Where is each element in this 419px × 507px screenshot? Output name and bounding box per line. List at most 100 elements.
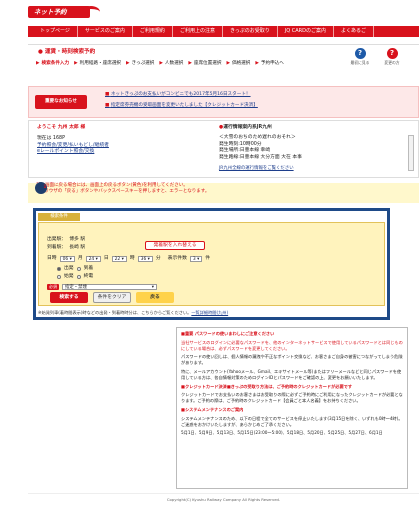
minute-unit: 分 (155, 256, 161, 261)
progress-steps: ● 運賃・時刻検索予約 ▶ 検索条件入力 ▶ 利用経路・座席選択 ▶ きっぷ選択 ▶ 人数… (28, 44, 419, 80)
hour-value: 22 (114, 257, 121, 263)
help-icon: ? (354, 48, 366, 59)
nav-item-services[interactable]: サービスのご案内 (78, 26, 133, 37)
member-info: ようこそ 九州 太郎 様 現在は 168P 予約照会/変更/払いもどし/継続者 … (37, 125, 187, 156)
nav-item-notes[interactable]: ご利用上の注意 (173, 26, 223, 37)
nav-item-jqcard[interactable]: JQ CARDのご案内 (278, 26, 335, 37)
info-paragraph: パスワードの使い回しは、個人情報の漏洩や不正なポイント交換など、お客さまご自身の… (181, 354, 403, 366)
minute-value: 36 (140, 257, 147, 263)
hour-unit: 時 (129, 256, 135, 261)
swap-stations-button[interactable]: 発着駅を入れ替える (145, 241, 205, 250)
warning-line: ※ブラウザの「戻る」ボタンやバックスペースキーを押しますと、エラーとなります。 (36, 189, 210, 195)
month-select[interactable]: 06 ▾ (59, 256, 75, 263)
page: ネット予約 トップページ サービスのご案内 ご利用規約 ご利用上の注意 きっぷの… (0, 0, 419, 507)
notice-link-text: ネットきっぷのお支払いがコンビニでも2017年5月16日スタート！ (110, 92, 251, 97)
scrollbar[interactable] (408, 135, 414, 171)
help-icons: ? 最初に見る ? 変更の方 (349, 48, 403, 65)
minute-select[interactable]: 36 ▾ (137, 256, 153, 263)
logo-text: ネット予約 (34, 8, 67, 16)
operation-line: 発生路線:日豊本線 大分方面 大在 本事 (219, 154, 302, 160)
radio-label: 出発 (64, 266, 74, 271)
clear-button[interactable]: 条件をクリア (93, 292, 131, 303)
points-link[interactable]: eレールポイント照会/交換 (37, 149, 187, 155)
steps-title-text: 運賃・時刻検索予約 (44, 49, 96, 55)
radio-label: 終電 (83, 274, 94, 279)
number-badge: 1 (35, 182, 47, 194)
help-change-label: 変更の方 (384, 60, 400, 65)
info-paragraph: クレジットカードでお支払いのお客さまはお受取りの際に必ずご予約時にご利用になった… (181, 392, 403, 404)
step-item: 価格選択 (231, 61, 251, 66)
hour-select[interactable]: 22 ▾ (111, 256, 127, 263)
help-change[interactable]: ? 変更の方 (381, 48, 403, 65)
datetime-row: 日時 06 ▾ 月 24 ▾ 日 22 ▾ 時 36 ▾ 分 表示件数 3 ▾ 件 (47, 256, 211, 263)
day-select[interactable]: 24 ▾ (85, 256, 101, 263)
logo-swoosh-icon (82, 6, 100, 18)
seat-value: 指定・禁煙 (65, 285, 87, 290)
bullet-icon: ● (38, 49, 43, 55)
radio-last-train[interactable] (76, 275, 81, 280)
radio-label: 到着 (83, 266, 94, 271)
operation-title-text: 運行情報案内系JR九州 (223, 125, 272, 130)
search-button[interactable]: 検索する (50, 292, 88, 303)
count-select[interactable]: 3 ▾ (189, 256, 203, 263)
operation-title: ●運行情報案内系JR九州 (219, 125, 409, 131)
radio-arrival[interactable] (76, 267, 81, 272)
warning-box: 前の画面に戻る場合には、画面上の戻るボタン(黄色)を利用してください。 ※ブラウ… (28, 182, 419, 203)
radio-first-train[interactable] (57, 275, 61, 280)
info-heading: ■クレジットカード決済■きっぷの受取り方法は、ご予約時のクレジットカードが必要で… (181, 383, 353, 389)
count-unit: 件 (205, 256, 211, 261)
steps-line: ▶ 検索条件入力 ▶ 利用経路・座席選択 ▶ きっぷ選択 ▶ 人数選択 ▶ 座席位置選択 … (36, 61, 289, 67)
to-value[interactable]: 長崎 駅 (69, 245, 85, 251)
step-item: きっぷ選択 (131, 61, 155, 66)
notice-label: 重要なお知らせ (35, 95, 87, 109)
square-icon: ■ (105, 92, 110, 97)
to-label: 到着駅： (47, 245, 67, 250)
from-row: 出発駅： 博多 駅 (47, 237, 85, 243)
step-item: 利用経路・座席選択 (79, 61, 122, 66)
seat-select[interactable]: 指定・禁煙 ▾ (62, 284, 157, 290)
help-first[interactable]: ? 最初に見る (349, 48, 371, 65)
count-label: 表示件数 (167, 256, 187, 261)
seat-row: 必須 指定・禁煙 ▾ (47, 284, 157, 290)
info-heading: ■システムメンテナンスのご案内 (181, 406, 244, 412)
radio-row-2: 始発 終電 (57, 274, 93, 280)
nav-item-faq[interactable]: よくあるご (334, 26, 375, 37)
date-label: 日時 (47, 256, 57, 261)
step-item: 座席位置選択 (193, 61, 222, 66)
operation-more-link[interactable]: JR九州全線の運行情報をご覧ください (219, 166, 409, 172)
nav-item-top[interactable]: トップページ (28, 26, 78, 37)
info-paragraph: 特に、メールアカウント(Yahooメール、Gmail、エキサイトメール等)または… (181, 368, 402, 380)
important-notice: 重要なお知らせ ■ ネットきっぷのお支払いがコンビニでも2017年5月16日スタ… (28, 86, 419, 118)
info-paragraph: システムメンテナンスのため、以下の日程で全てのサービスを停止いたします(3月15… (181, 415, 403, 427)
month-value: 06 (62, 257, 69, 263)
info-paragraph: 当社サービスのログインに必要なパスワードを、他のインターネットサービスで使用して… (181, 339, 403, 351)
info-dates: 5月1日、5月9日、5月13日、5月15日(23:00～5:00)、5月18日、… (181, 430, 383, 436)
nav-item-pickup[interactable]: きっぷのお受取り (223, 26, 278, 37)
square-icon: ■ (105, 103, 110, 109)
help-first-label: 最初に見る (350, 60, 370, 65)
search-header: 検索条件 (38, 213, 80, 221)
footnote-text: ※始発列車(着時間表示)時などの出発・到着時時分は、こちらからご覧ください。 (38, 310, 192, 315)
step-item: 人数選択 (164, 61, 184, 66)
back-button[interactable]: 戻る (136, 292, 174, 303)
welcome-panel: ようこそ 九州 太郎 様 現在は 168P 予約照会/変更/払いもどし/継続者 … (28, 120, 419, 178)
radio-departure[interactable] (57, 267, 61, 272)
nav-item-terms[interactable]: ご利用規約 (133, 26, 173, 37)
operation-info: ●運行情報案内系JR九州 ＜大雪のおちのため遅れのおそれ＞ 発生時刻:10時00… (219, 125, 409, 172)
day-unit: 日 (103, 256, 109, 261)
notice-link[interactable]: ■ ネットきっぷのお支払いがコンビニでも2017年5月16日スタート！ (105, 92, 258, 98)
to-row: 到着駅： 長崎 駅 (47, 245, 85, 251)
search-conditions-box: 検索条件 出発駅： 博多 駅 到着駅： 長崎 駅 発着駅を入れ替える 日時 06… (33, 208, 390, 320)
notice-link-text: 指定席券売機の受取画面を変更いたしました【クレジットカード決済】 (110, 103, 258, 109)
info-panel: ■重要 パスワードの使いまわしにご注意ください 当社サービスのログインに必要なパ… (176, 327, 408, 489)
footnote-link[interactable]: 一覧詳細時間(九州) (191, 310, 228, 315)
greeting: ようこそ 九州 太郎 様 (37, 125, 86, 130)
chevron-down-icon: ▾ (151, 285, 154, 290)
main-nav: トップページ サービスのご案内 ご利用規約 ご利用上の注意 きっぷのお受取り J… (28, 26, 419, 37)
info-heading: ■重要 パスワードの使いまわしにご注意ください (181, 331, 275, 336)
site-logo[interactable]: ネット予約 (28, 6, 100, 18)
radio-row-1: 出発 到着 (57, 266, 93, 272)
from-value[interactable]: 博多 駅 (69, 237, 85, 243)
required-badge: 必須 (47, 284, 59, 290)
notice-link[interactable]: ■ 指定席券売機の受取画面を変更いたしました【クレジットカード決済】 (105, 103, 258, 109)
